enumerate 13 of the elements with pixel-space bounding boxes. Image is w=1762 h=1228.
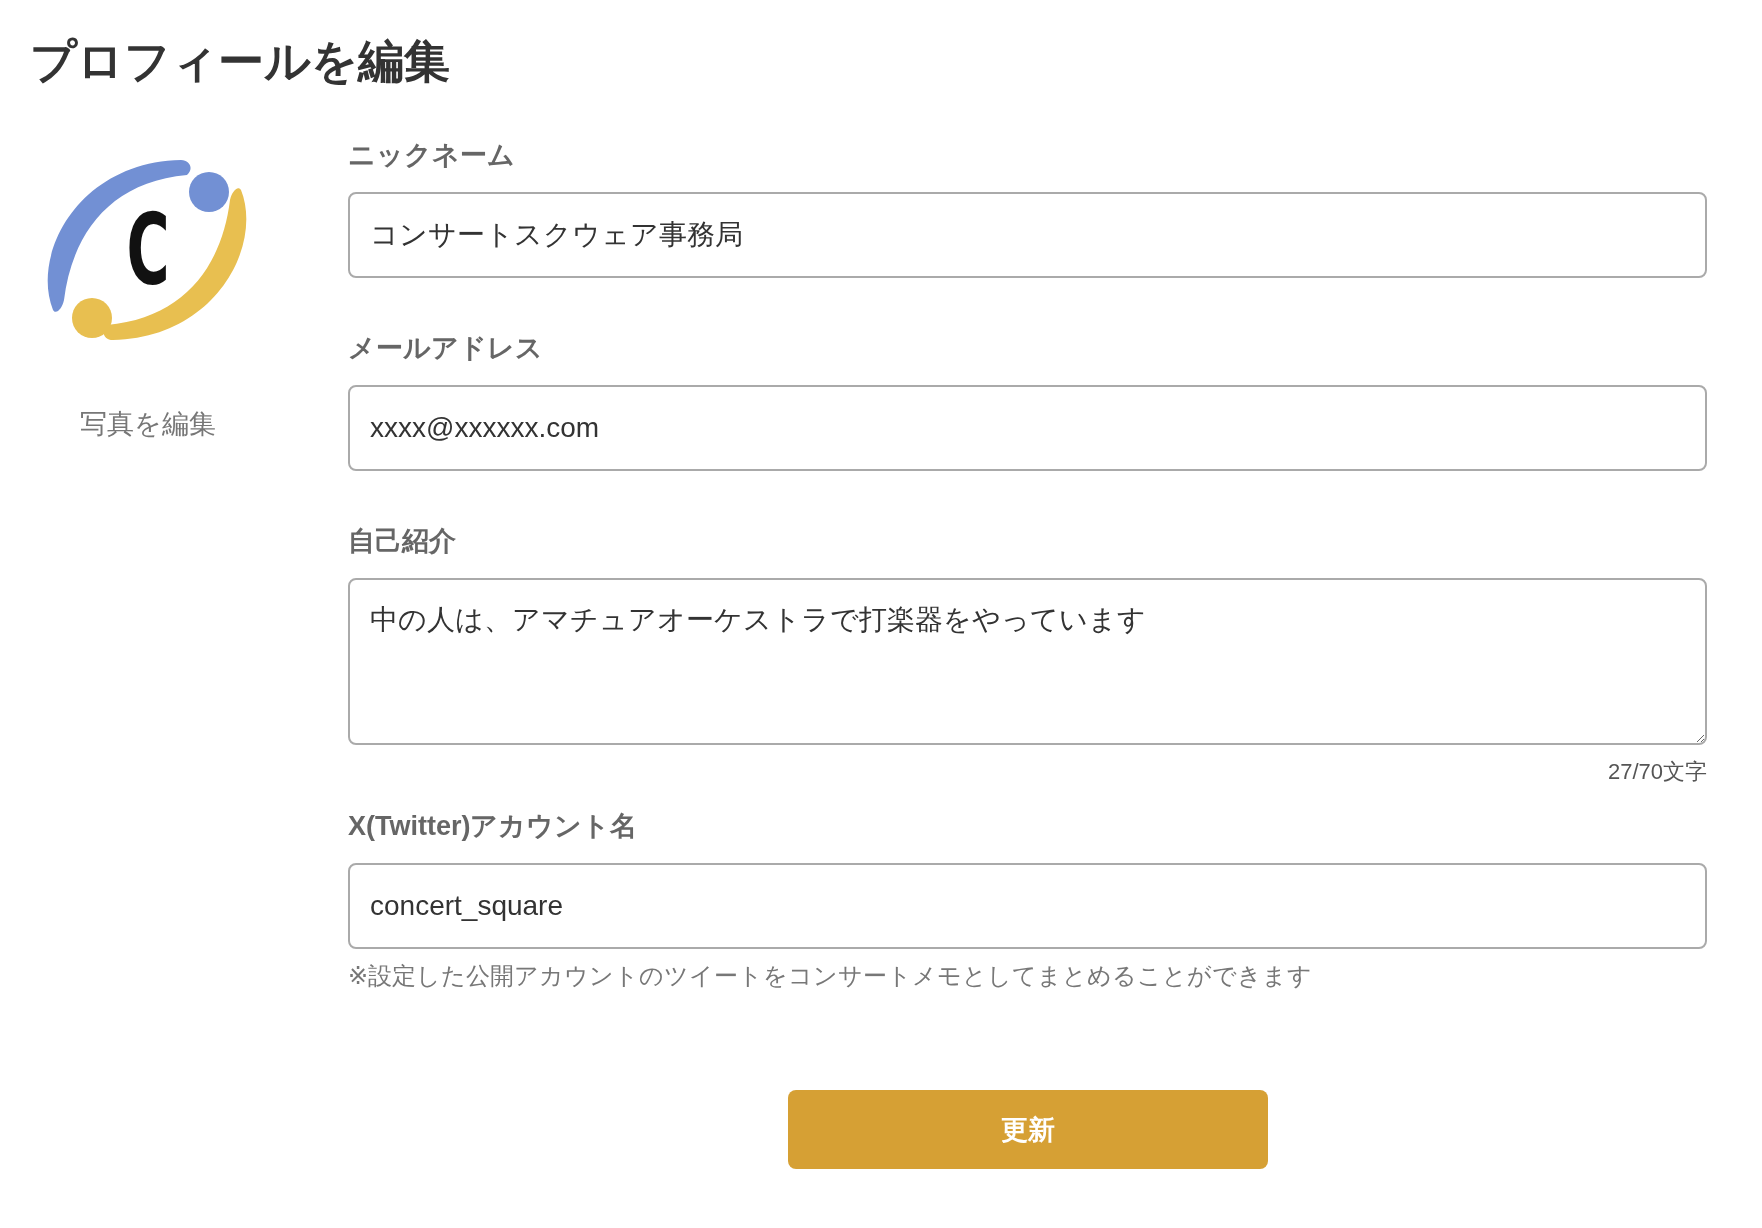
- nickname-field[interactable]: コンサートスクウェア事務局: [348, 192, 1707, 278]
- email-field[interactable]: xxxx@xxxxxx.com: [348, 385, 1707, 471]
- edit-photo-link[interactable]: 写真を編集: [80, 406, 216, 442]
- page-title: プロフィールを編集: [30, 34, 450, 89]
- field-label: X(Twitter)アカウント名: [348, 810, 638, 843]
- character-count: 27/70文字: [1607, 758, 1707, 786]
- field-label: 自己紹介: [348, 525, 456, 558]
- field-label: ニックネーム: [348, 139, 515, 172]
- help-text: ※設定した公開アカウントのツイートをコンサートメモとしてまとめることができます: [348, 962, 1313, 989]
- logo-letter: C: [126, 201, 170, 299]
- field-label: メールアドレス: [348, 332, 543, 365]
- account-name-field[interactable]: concert_square: [348, 863, 1707, 949]
- bio-field[interactable]: 中の人は、アマチュアオーケストラで打楽器をやっています: [348, 578, 1707, 745]
